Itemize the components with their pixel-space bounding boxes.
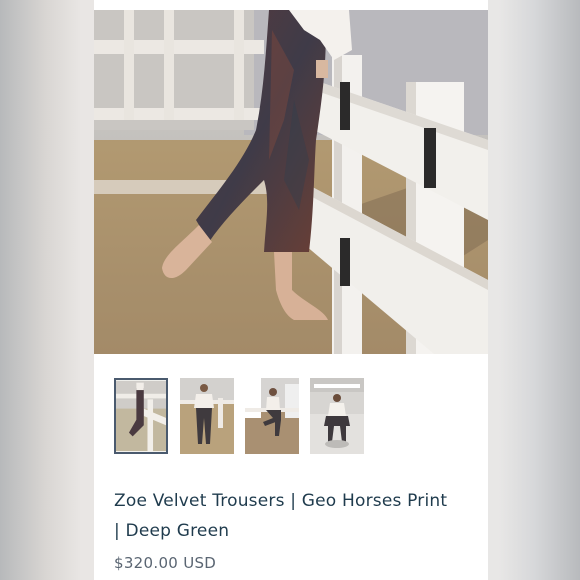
product-title-line-2: | Deep Green: [114, 521, 230, 541]
thumbnail-4[interactable]: [310, 378, 364, 454]
thumbnail-3-image: [245, 378, 299, 454]
thumbnail-1[interactable]: [114, 378, 168, 454]
thumbnail-1-image: [116, 380, 166, 452]
product-title-line-1: Zoe Velvet Trousers | Geo Horses Print: [114, 491, 448, 511]
product-main-image[interactable]: [94, 10, 488, 354]
main-photo: [94, 10, 488, 354]
product-title: Zoe Velvet Trousers | Geo Horses Print |…: [114, 486, 474, 546]
thumbnail-strip: [114, 378, 374, 458]
thumbnail-3[interactable]: [245, 378, 299, 454]
thumbnail-2[interactable]: [180, 378, 234, 454]
product-price: $320.00 USD: [114, 554, 217, 572]
product-card: Zoe Velvet Trousers | Geo Horses Print |…: [94, 0, 488, 580]
thumbnail-4-image: [310, 378, 364, 454]
thumbnail-2-image: [180, 378, 234, 454]
